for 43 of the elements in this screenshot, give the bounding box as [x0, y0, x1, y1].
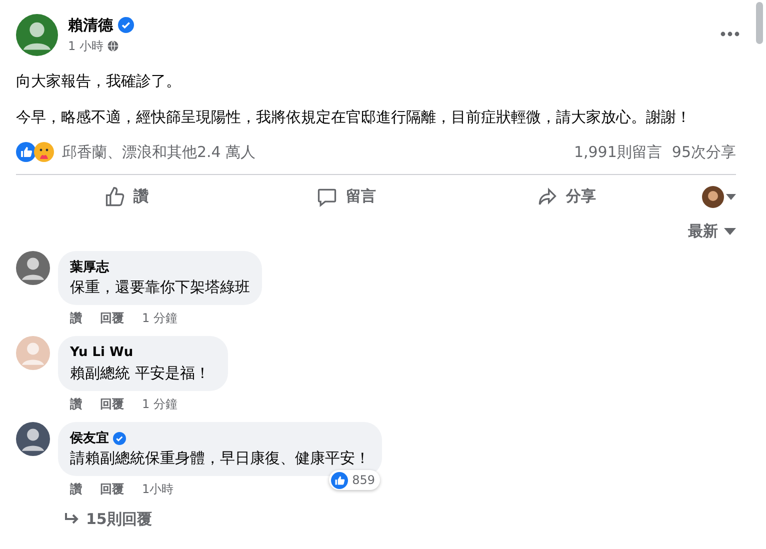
reply-arrow-icon	[64, 512, 80, 526]
caret-icon[interactable]	[726, 194, 736, 200]
reply-link[interactable]: 回覆	[100, 309, 124, 327]
comment-text: 請賴副總統保重身體，早日康復、健康平安！	[70, 448, 370, 468]
profile-avatar-icon[interactable]	[702, 186, 724, 208]
caret-icon	[724, 228, 736, 235]
reply-link[interactable]: 回覆	[100, 480, 124, 498]
post-action-button[interactable]: 讚	[16, 178, 236, 216]
commenter-name[interactable]: 葉厚志	[70, 258, 109, 277]
post-text: 今早，略感不適，經快篩呈現陽性，我將依規定在官邸進行隔離，目前症狀輕微，請大家放心。謝謝！	[16, 107, 692, 128]
like-reaction-icon	[16, 142, 36, 162]
comment-text: 保重，還要靠你下架塔綠班	[70, 277, 250, 297]
comment-time[interactable]: 1 分鐘	[142, 309, 178, 327]
reaction-count-badge[interactable]: 859	[329, 470, 380, 490]
like-link[interactable]: 讚	[70, 309, 82, 327]
avatar-icon[interactable]	[16, 14, 58, 56]
more-options-icon[interactable]	[720, 31, 740, 37]
thumbs-up-icon	[104, 186, 126, 208]
comment-count[interactable]: 1,991則留言	[574, 140, 662, 164]
share-arrow-icon	[536, 186, 558, 208]
comment-time[interactable]: 1小時	[142, 480, 174, 498]
author-name[interactable]: 賴清德	[68, 14, 113, 36]
comment-time[interactable]: 1 分鐘	[142, 394, 178, 412]
commenter-name[interactable]: 侯友宜	[70, 428, 109, 448]
like-link[interactable]: 讚	[70, 394, 82, 412]
scrollbar-thumb[interactable]	[756, 2, 763, 44]
share-count[interactable]: 95次分享	[672, 140, 736, 164]
globe-icon	[107, 40, 120, 52]
post-time[interactable]: 1 小時	[68, 36, 104, 54]
commenter-name[interactable]: Yu Li Wu	[70, 343, 134, 362]
post-action-button[interactable]: 留言	[236, 178, 456, 216]
like-link[interactable]: 讚	[70, 480, 82, 498]
view-replies-link[interactable]: 15則回覆	[86, 508, 152, 530]
care-reaction-icon	[34, 142, 54, 162]
like-reaction-icon	[331, 472, 348, 488]
post-text: 向大家報告，我確診了。	[16, 71, 182, 92]
sort-dropdown[interactable]: 最新	[688, 220, 736, 242]
reactions-summary[interactable]: 邱香蘭、漂浪和其他2.4 萬人	[62, 140, 256, 164]
avatar-icon[interactable]	[16, 422, 50, 456]
comment-text: 賴副總統 平安是福！	[70, 362, 211, 382]
reply-link[interactable]: 回覆	[100, 394, 124, 412]
avatar-icon[interactable]	[16, 250, 50, 284]
post-action-button[interactable]: 分享	[456, 178, 676, 216]
